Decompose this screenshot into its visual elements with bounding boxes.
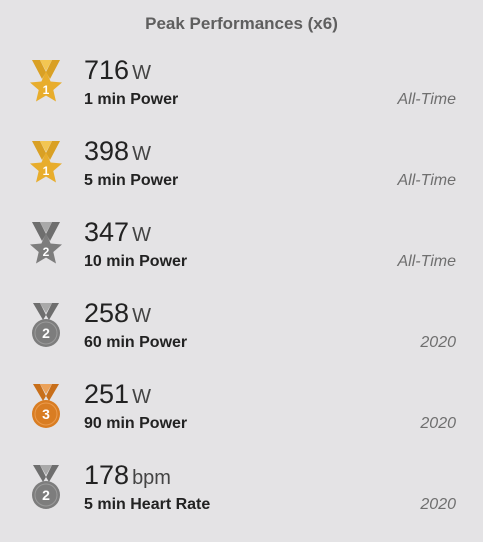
svg-text:2: 2 [43,245,50,259]
silver-star-medal-icon: 2 [25,219,67,271]
metric-label: 5 min Power [84,172,179,189]
svg-text:3: 3 [42,406,50,422]
performance-row-90min-power[interactable]: 3 251 W 90 min Power 2020 [0,379,483,461]
performance-row-10min-power[interactable]: 2 347 W 10 min Power All-Time [0,217,483,299]
metric-label: 60 min Power [84,334,188,351]
metric-period: 2020 [420,334,456,351]
gold-star-medal-icon: 1 [25,57,67,109]
metric-value: 716 [84,55,130,85]
performance-row-5min-heart-rate[interactable]: 2 178 bpm 5 min Heart Rate 2020 [0,460,483,542]
metric-period: 2020 [420,496,456,513]
metric-unit: W [132,143,151,165]
metric-period: All-Time [397,91,456,108]
peak-performances-panel: Peak Performances (x6) 1 716 W 1 min Powe… [0,0,483,527]
metric-label: 5 min Heart Rate [84,496,211,513]
metric-unit: W [132,224,151,246]
silver-circle-medal-icon: 2 [25,462,67,514]
svg-text:2: 2 [42,487,50,503]
performance-row-5min-power[interactable]: 1 398 W 5 min Power All-Time [0,136,483,218]
metric-period: All-Time [397,172,456,189]
metric-period: 2020 [420,415,456,432]
silver-circle-medal-icon: 2 [25,300,67,352]
svg-text:1: 1 [43,83,50,97]
svg-text:1: 1 [43,164,50,178]
metric-label: 10 min Power [84,253,188,270]
metric-unit: W [132,386,151,408]
performance-row-1min-power[interactable]: 1 716 W 1 min Power All-Time [0,55,483,137]
metric-unit: W [132,62,151,84]
metric-period: All-Time [397,253,456,270]
metric-unit: W [132,305,151,327]
metric-label: 90 min Power [84,415,188,432]
metric-unit: bpm [132,467,171,489]
metric-value: 258 [84,298,130,328]
gold-star-medal-icon: 1 [25,138,67,190]
bronze-circle-medal-icon: 3 [25,381,67,433]
metric-label: 1 min Power [84,91,179,108]
svg-text:2: 2 [42,325,50,341]
metric-value: 347 [84,217,130,247]
panel-title: Peak Performances (x6) [145,14,338,33]
metric-value: 251 [84,379,130,409]
performance-row-60min-power[interactable]: 2 258 W 60 min Power 2020 [0,298,483,380]
metric-value: 398 [84,136,130,166]
metric-value: 178 [84,460,130,490]
